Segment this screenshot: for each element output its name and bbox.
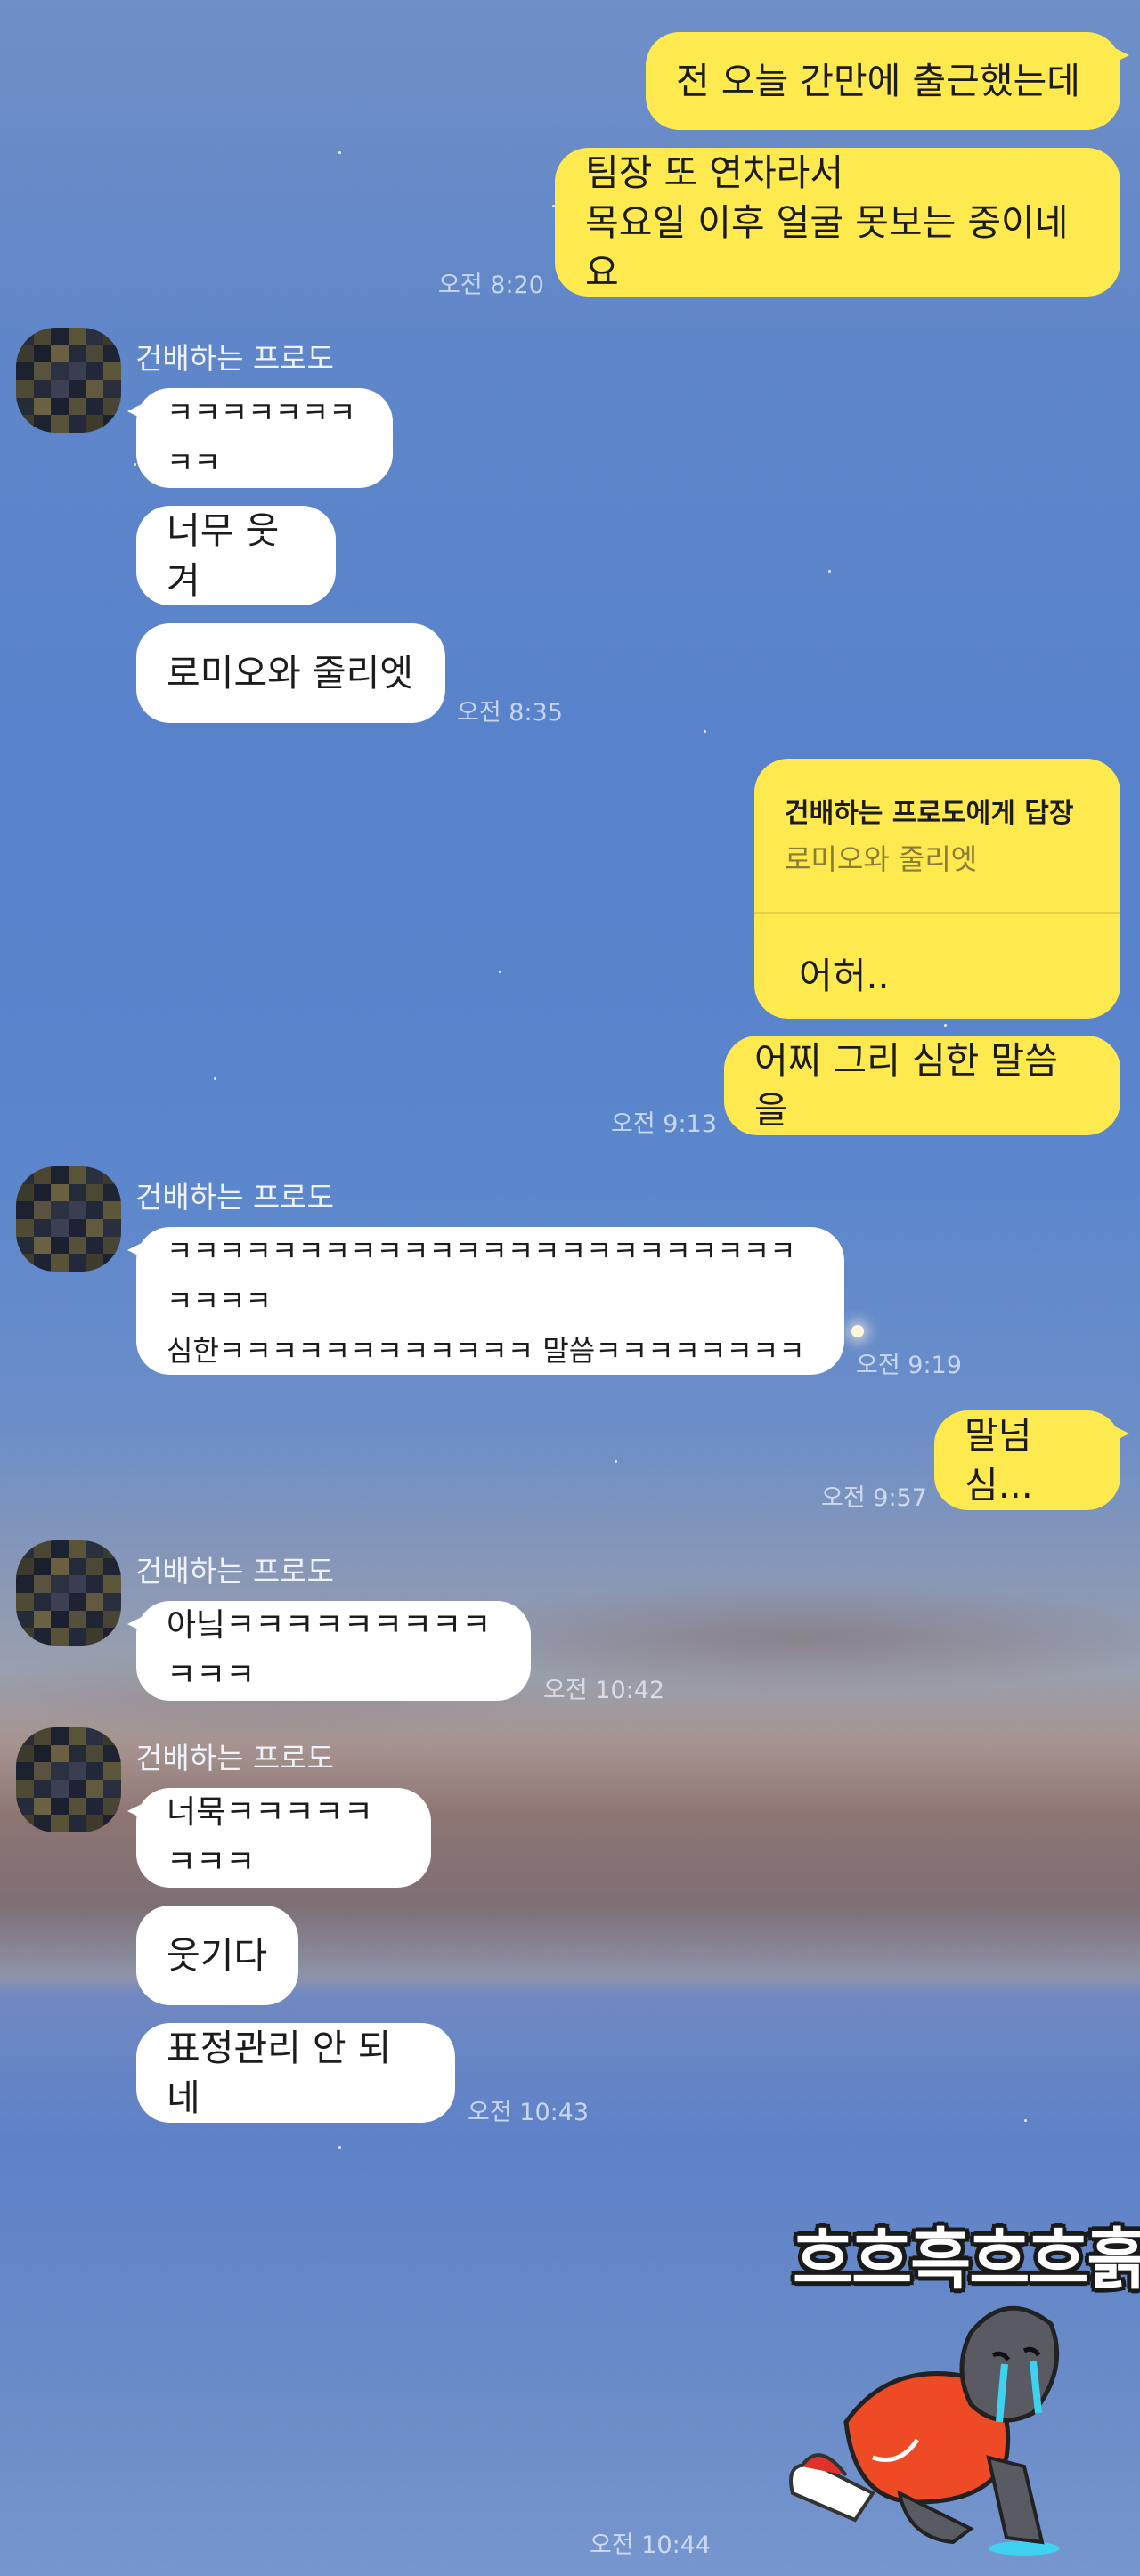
- incoming-message[interactable]: 웃기다: [136, 1906, 298, 2005]
- message-time: 오전 10:42: [543, 1677, 665, 1704]
- crying-seal-sticker-icon: [789, 2305, 1060, 2556]
- incoming-message[interactable]: ㅋㅋㅋㅋㅋㅋㅋㅋㅋ: [127, 388, 393, 488]
- message-time: 오전 9:19: [856, 1352, 962, 1379]
- moon-icon: [851, 1325, 864, 1337]
- incoming-message[interactable]: 로미오와 줄리엣: [136, 623, 445, 723]
- sender-avatar[interactable]: [16, 1727, 121, 1832]
- reply-body-text: 어허..: [799, 955, 890, 997]
- incoming-message[interactable]: ㅋㅋㅋㅋㅋㅋㅋㅋㅋㅋㅋㅋㅋㅋㅋㅋㅋㅋㅋㅋㅋㅋㅋㅋㅋㅋㅋㅋ 심한ㅋㅋㅋㅋㅋㅋㅋㅋㅋ…: [127, 1227, 844, 1375]
- incoming-message[interactable]: 너묵ㅋㅋㅋㅋㅋㅋㅋㅋ: [127, 1788, 431, 1888]
- message-time: 오전 9:57: [821, 1484, 927, 1512]
- message-time: 오전 8:20: [438, 272, 544, 299]
- outgoing-message[interactable]: 팀장 또 연차라서 목요일 이후 얼굴 못보는 중이네요: [555, 148, 1120, 297]
- sender-avatar[interactable]: [16, 1540, 121, 1646]
- sender-name: 건배하는 프로도: [135, 1554, 335, 1589]
- reply-quoted-text: 로미오와 줄리엣: [785, 842, 978, 876]
- reply-divider: [754, 912, 1120, 914]
- outgoing-message[interactable]: 어찌 그리 심한 말씀을: [724, 1036, 1120, 1135]
- sender-avatar[interactable]: [16, 1166, 121, 1272]
- message-time: 오전 9:13: [611, 1110, 717, 1138]
- message-time: 오전 10:43: [468, 2099, 590, 2126]
- outgoing-message[interactable]: 전 오늘 간만에 출근했는데: [646, 32, 1129, 130]
- message-time: 오전 10:44: [590, 2531, 712, 2559]
- reply-message[interactable]: 건배하는 프로도에게 답장 로미오와 줄리엣 어허..: [754, 759, 1120, 1019]
- outgoing-message[interactable]: 말넘심...: [934, 1410, 1129, 1510]
- sender-name: 건배하는 프로도: [135, 1180, 335, 1215]
- incoming-message[interactable]: 표정관리 안 되네: [136, 2023, 455, 2123]
- message-time: 오전 8:35: [457, 699, 563, 727]
- sender-name: 건배하는 프로도: [135, 1741, 335, 1776]
- sender-name: 건배하는 프로도: [135, 341, 335, 376]
- incoming-message[interactable]: 아닠ㅋㅋㅋㅋㅋㅋㅋㅋㅋㅋㅋㅋ: [127, 1601, 531, 1701]
- incoming-message[interactable]: 너무 웃겨: [136, 506, 336, 605]
- reply-header: 건배하는 프로도에게 답장: [785, 798, 1074, 829]
- sender-avatar[interactable]: [16, 328, 121, 433]
- crying-seal-sticker[interactable]: 흐흐흑흐흐흙: [766, 2199, 1140, 2556]
